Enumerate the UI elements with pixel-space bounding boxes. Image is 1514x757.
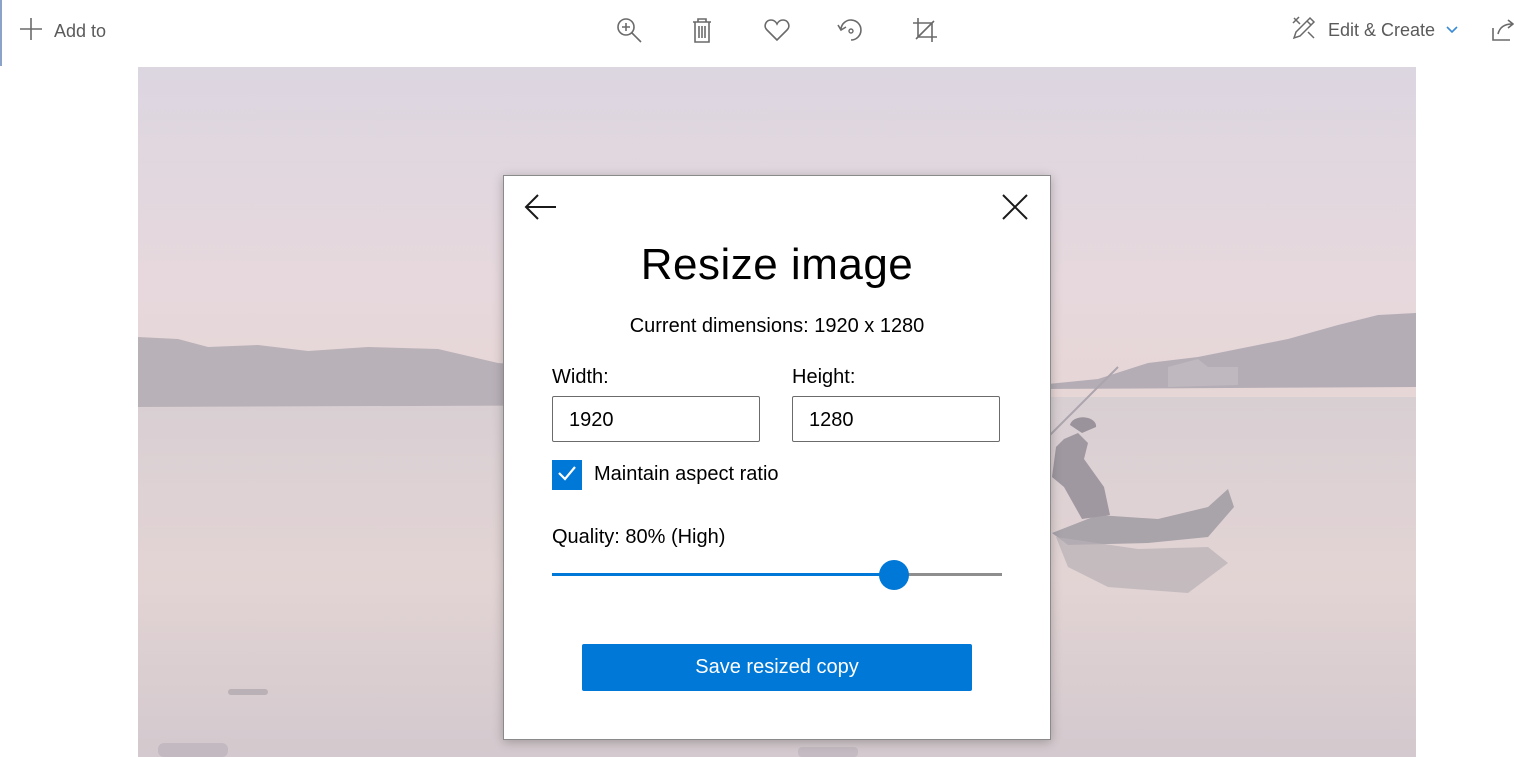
rotate-icon[interactable]	[836, 15, 866, 45]
edit-pencil-icon	[1290, 14, 1318, 47]
delete-icon[interactable]	[687, 15, 717, 45]
aspect-ratio-checkbox[interactable]	[552, 460, 582, 490]
resize-dialog: Resize image Current dimensions: 1920 x …	[503, 175, 1051, 740]
favorite-icon[interactable]	[762, 15, 792, 45]
share-icon[interactable]	[1490, 15, 1514, 45]
save-resized-copy-button[interactable]: Save resized copy	[582, 644, 972, 691]
width-label: Width:	[552, 366, 609, 388]
close-icon[interactable]	[998, 190, 1032, 224]
crop-icon[interactable]	[910, 15, 940, 45]
chevron-down-icon	[1445, 20, 1459, 41]
plus-icon	[18, 16, 44, 47]
left-edge-accent	[0, 0, 2, 66]
back-arrow-icon[interactable]	[524, 190, 558, 224]
height-field[interactable]: 1280	[792, 396, 1000, 442]
quality-label: Quality: 80% (High)	[552, 526, 726, 548]
checkmark-icon	[556, 462, 578, 489]
zoom-in-icon[interactable]	[614, 15, 644, 45]
dialog-title: Resize image	[640, 240, 914, 289]
add-to-label: Add to	[54, 20, 107, 41]
current-dimensions: Current dimensions: 1920 x 1280	[629, 315, 925, 337]
slider-fill	[552, 573, 894, 576]
edit-create-button[interactable]: Edit & Create	[1290, 15, 1459, 45]
slider-thumb[interactable]	[879, 560, 909, 590]
toolbar: Add to Edit & Create	[0, 0, 1514, 66]
aspect-ratio-label: Maintain aspect ratio	[594, 463, 779, 485]
height-label: Height:	[792, 366, 856, 388]
edit-create-label: Edit & Create	[1328, 19, 1436, 40]
width-field[interactable]: 1920	[552, 396, 760, 442]
add-to-button[interactable]: Add to	[18, 16, 106, 46]
quality-slider[interactable]	[552, 560, 1002, 590]
